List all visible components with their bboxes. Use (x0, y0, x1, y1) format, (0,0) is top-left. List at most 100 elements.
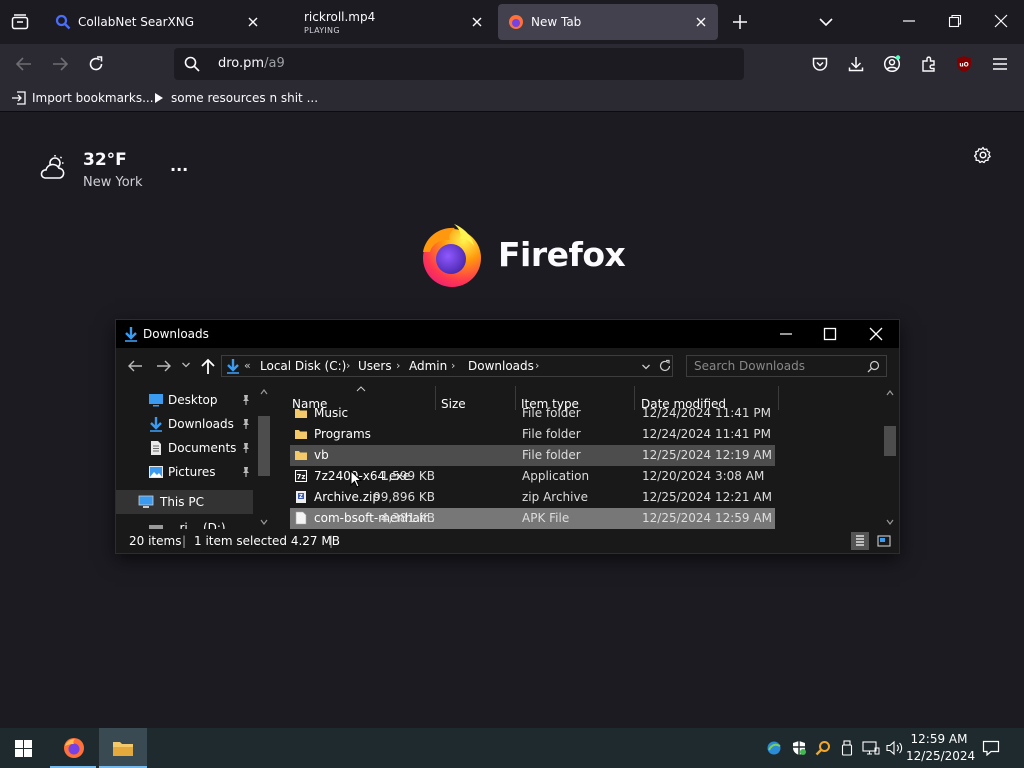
zip-archive-icon: Z (294, 490, 308, 504)
app-menu-icon[interactable] (991, 55, 1009, 73)
nav-item-pictures[interactable]: Pictures (116, 460, 256, 484)
status-divider: | (182, 534, 187, 548)
restore-icon[interactable] (948, 14, 962, 28)
firefox-wordmark: Firefox (498, 235, 626, 274)
downloads-icon[interactable] (847, 55, 865, 73)
list-scrollbar-track[interactable] (882, 386, 898, 529)
recent-locations-chevron-icon[interactable] (181, 360, 191, 370)
forward-arrow-icon[interactable] (156, 358, 172, 374)
file-type: File folder (522, 448, 581, 462)
url-bar[interactable]: dro.pm/a9 (174, 48, 744, 80)
nav-label: Desktop (168, 393, 218, 407)
tab-rickroll[interactable]: rickroll.mp4 PLAYING (271, 4, 494, 40)
search-downloads-field[interactable]: Search Downloads (686, 355, 887, 377)
file-row-vb[interactable]: vb File folder 12/25/2024 12:19 AM (290, 445, 775, 466)
usb-device-icon[interactable] (840, 740, 854, 756)
overflow-chevrons[interactable]: « (244, 359, 251, 372)
nav-item-drive-d[interactable]: ...ri... (D:) (116, 516, 256, 529)
weather-more-button[interactable]: ... (170, 156, 188, 175)
tab-new-tab[interactable]: New Tab (498, 4, 718, 40)
taskbar-firefox-button[interactable] (50, 728, 96, 768)
back-arrow-icon[interactable] (127, 358, 143, 374)
folder-icon (294, 427, 308, 441)
nav-scroll-up-icon[interactable] (260, 388, 268, 396)
list-scroll-thumb[interactable] (884, 426, 896, 456)
file-date: 12/24/2024 11:41 PM (642, 427, 771, 441)
explorer-address-bar[interactable]: « Local Disk (C:) › Users › Admin › Down… (221, 355, 673, 377)
explorer-status-bar: 20 items | 1 item selected 4.27 MB | (116, 529, 899, 553)
gear-icon[interactable] (974, 146, 992, 164)
file-date: 12/25/2024 12:59 AM (642, 511, 772, 525)
extensions-icon[interactable] (920, 55, 938, 73)
file-row-archive-zip[interactable]: Z Archive.zip 99,896 KB zip Archive 12/2… (290, 487, 775, 508)
close-icon[interactable] (246, 15, 260, 29)
search-placeholder: Search Downloads (694, 359, 805, 373)
breadcrumb-separator: › (451, 359, 456, 372)
nav-item-this-pc[interactable]: This PC (116, 490, 253, 514)
address-dropdown-chevron-icon[interactable] (641, 362, 651, 372)
folder-icon (294, 406, 308, 420)
breadcrumb-users[interactable]: Users (358, 359, 392, 373)
breadcrumb-local-disk[interactable]: Local Disk (C:) (260, 359, 346, 373)
pocket-icon[interactable] (811, 55, 829, 73)
bookmark-label: Import bookmarks... (32, 91, 154, 105)
breadcrumb-separator: › (535, 359, 540, 372)
breadcrumb-downloads[interactable]: Downloads (468, 359, 534, 373)
new-tab-plus-icon[interactable] (732, 14, 748, 30)
nav-scroll-thumb[interactable] (258, 416, 270, 476)
tab-searxng[interactable]: CollabNet SearXNG (45, 4, 270, 40)
security-shield-icon[interactable] (791, 740, 807, 756)
column-divider[interactable] (778, 386, 779, 410)
reload-icon[interactable] (87, 55, 105, 73)
list-scroll-down-icon[interactable] (886, 518, 894, 526)
notifications-icon[interactable] (982, 740, 1000, 756)
close-icon[interactable] (694, 15, 708, 29)
windows-start-icon[interactable] (15, 740, 32, 757)
file-row-music[interactable]: Music File folder 12/24/2024 11:41 PM (290, 403, 775, 424)
breadcrumb-admin[interactable]: Admin (409, 359, 447, 373)
clock-time[interactable]: 12:59 AM (909, 732, 969, 746)
network-monitor-icon[interactable] (862, 740, 880, 756)
account-icon[interactable] (883, 55, 901, 73)
weather-temperature: 32°F (83, 150, 127, 170)
taskbar-explorer-button[interactable] (99, 728, 147, 768)
refresh-icon[interactable] (658, 359, 672, 373)
nav-item-documents[interactable]: Documents (116, 436, 256, 460)
back-arrow-icon[interactable] (15, 55, 33, 73)
file-row-apk-selected[interactable]: com-bsoft-menhair... 4,381 KB APK File 1… (290, 508, 775, 529)
search-magnifier-icon[interactable] (815, 740, 831, 756)
up-arrow-icon[interactable] (200, 357, 216, 375)
nav-item-downloads[interactable]: Downloads (116, 412, 256, 436)
breadcrumb-separator: › (396, 359, 401, 372)
list-scroll-up-icon[interactable] (886, 389, 894, 397)
nav-item-desktop[interactable]: Desktop (116, 388, 256, 412)
tab-list-icon[interactable] (11, 14, 29, 30)
close-window-icon[interactable] (994, 14, 1008, 28)
ublock-origin-icon[interactable]: uO (955, 55, 973, 73)
nav-label: Documents (168, 441, 237, 455)
maximize-icon[interactable] (823, 327, 837, 341)
import-bookmarks-item[interactable]: Import bookmarks... (11, 84, 154, 112)
explorer-titlebar[interactable]: Downloads (116, 320, 899, 348)
clock-date[interactable]: 12/25/2024 (906, 749, 975, 763)
large-icons-view-icon[interactable] (875, 532, 893, 550)
close-icon[interactable] (869, 327, 883, 341)
nav-scroll-down-icon[interactable] (260, 518, 268, 526)
forward-arrow-icon[interactable] (51, 55, 69, 73)
nav-scrollbar[interactable] (256, 386, 272, 529)
downloads-arrow-icon (148, 416, 164, 432)
file-row-7zip-exe[interactable]: 7z 7z2409-x64.exe 1,599 KB Application 1… (290, 466, 775, 487)
desktop-icon (148, 392, 164, 408)
file-row-programs[interactable]: Programs File folder 12/24/2024 11:41 PM (290, 424, 775, 445)
minimize-icon[interactable] (779, 327, 793, 341)
volume-speaker-icon[interactable] (886, 740, 904, 756)
bookmark-folder-item[interactable]: some resources n shit ... (153, 84, 318, 112)
minimize-icon[interactable] (902, 14, 916, 28)
close-icon[interactable] (470, 15, 484, 29)
nav-label: Downloads (168, 417, 234, 431)
network-globe-icon[interactable] (766, 740, 782, 756)
list-all-tabs-chevron-icon[interactable] (818, 15, 834, 29)
file-name: vb (314, 448, 329, 462)
url-host: dro.pm (218, 56, 265, 71)
details-view-icon[interactable] (851, 532, 869, 550)
